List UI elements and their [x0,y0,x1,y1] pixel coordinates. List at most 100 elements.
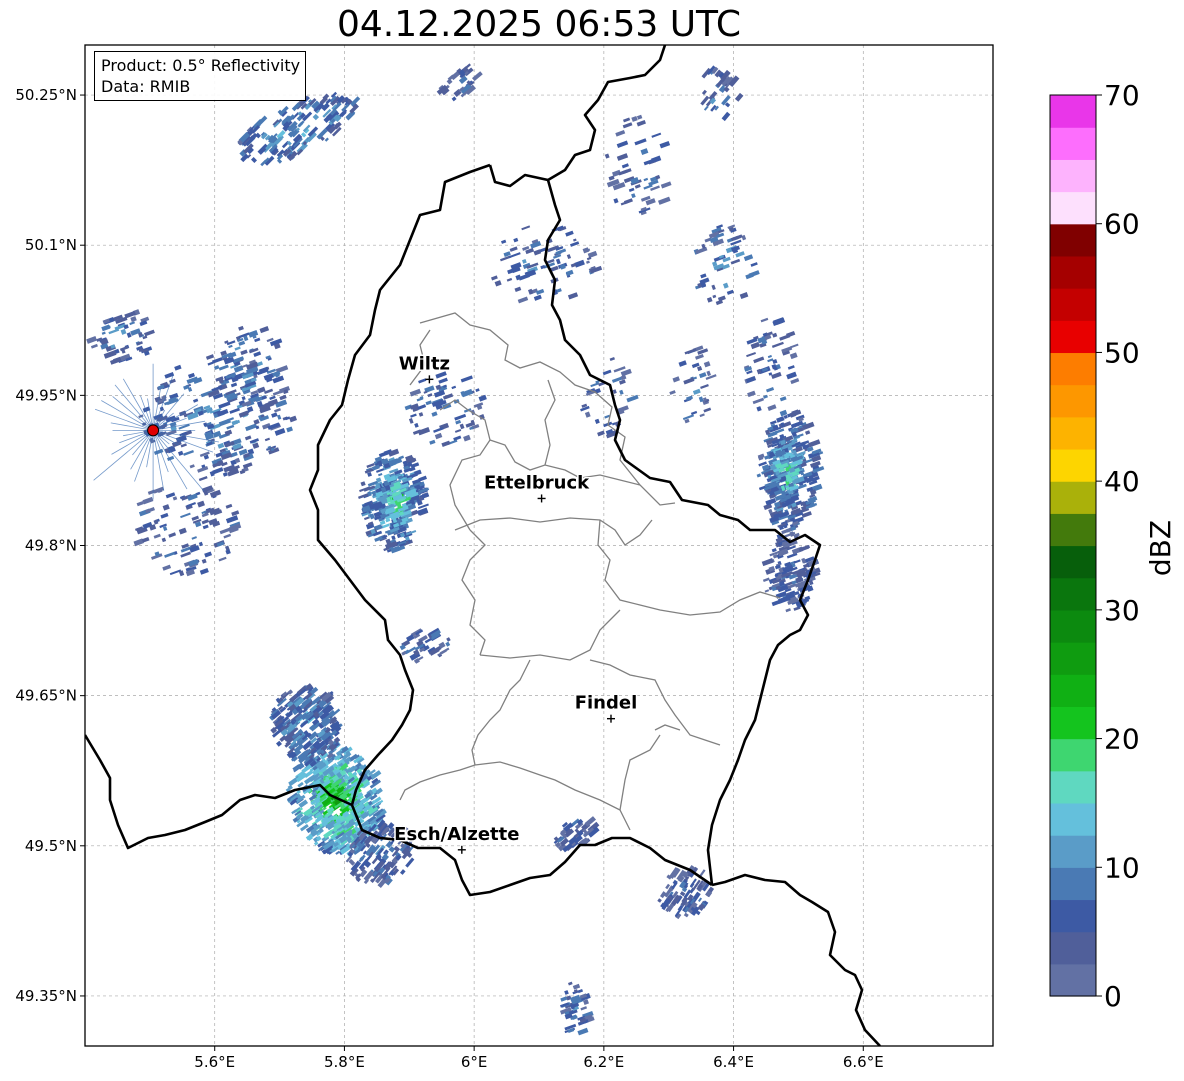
canton-boundary [479,609,621,661]
echo-pixel [626,394,639,403]
echo-pixel [564,990,569,995]
echo-pixel [183,449,194,456]
tick-label-lat: 49.95°N [15,386,77,404]
city-label: Esch/Alzette [394,824,519,845]
echo-pixel [400,869,406,875]
echo-pixel [398,455,405,460]
canton-boundary [474,761,631,831]
tick-label-lat: 50.1°N [25,236,77,254]
echo-pixel [756,406,762,412]
colorbar-tick-label: 40 [1104,465,1140,498]
echo-pixel [694,353,704,360]
colorbar-segment [1050,835,1096,868]
echo-pixel [779,334,791,341]
echo-pixel [446,637,451,642]
echo-pixel [697,897,703,903]
tick-label-lon: 6.6°E [843,1053,884,1071]
echo-pixel [634,184,641,189]
echo-pixel [808,439,821,448]
echo-pixel [643,177,649,182]
echo-pixel [153,533,161,539]
echo-pixel [585,260,590,264]
echo-pixel [494,280,502,287]
colorbar-tick-label: 50 [1104,336,1140,369]
echo-pixel [514,286,522,292]
echo-pixel [478,394,487,402]
echo-pixel [723,282,729,289]
echo-pixel [712,294,717,299]
echo-pixel [130,316,137,323]
echo-pixel [743,254,754,262]
colorbar-segment [1050,288,1096,321]
echo-pixel [628,187,635,192]
canton-boundary [399,764,476,801]
echo-pixel [786,371,797,380]
border-luxembourg-germany [488,164,822,886]
echo-pixel [178,450,184,456]
echo-pixel [144,329,155,337]
echo-pixel [161,537,167,543]
echo-pixel [225,515,239,524]
echo-pixel [230,382,238,388]
echo-pixel [187,493,198,501]
tick-label-lat: 49.35°N [15,987,77,1005]
echo-pixel [218,418,232,427]
echo-pixel [767,354,772,359]
echo-pixel [616,140,629,148]
echo-pixel [573,238,577,242]
echo-pixel [789,352,798,360]
colorbar-tick-label: 20 [1104,723,1140,756]
echo-pixel [750,262,758,267]
echo-pixel [636,114,643,120]
colorbar-segment [1050,609,1096,643]
echo-pixel [289,415,298,423]
echo-pixel [623,117,631,123]
echo-pixel [454,428,462,433]
echo-pixel [408,418,414,424]
echo-pixel [180,512,191,519]
echo-pixel [218,401,231,409]
echo-pixel [604,153,610,159]
colorbar-segment [1050,802,1096,836]
echo-pixel [701,89,707,95]
echo-pixel [746,351,756,358]
echo-pixel [136,500,144,507]
echo-pixel [533,294,542,301]
echo-pixel [623,198,633,205]
echo-pixel [613,198,619,204]
echo-pixel [438,377,448,384]
echo-pixel [198,475,208,482]
echo-pixel [570,241,580,247]
canton-boundary [454,517,653,546]
echo-pixel [103,350,117,359]
echo-pixel [804,595,811,601]
echo-pixel [162,504,170,511]
echo-pixel [697,365,703,372]
echo-pixel [459,423,465,430]
echo-pixel [683,377,695,385]
echo-pixel [506,277,513,282]
echo-pixel [427,393,433,398]
echo-pixel [101,331,106,335]
echo-pixel [405,857,415,868]
echo-pixel [783,414,788,420]
echo-pixel [513,237,519,243]
colorbar-segment [1050,191,1096,225]
echo-pixel [657,898,662,903]
echo-pixel [805,430,811,435]
echo-pixel [197,500,205,508]
colorbar-segment [1050,320,1096,354]
tick-label-lon: 6.4°E [713,1053,754,1071]
product-label: Product: 0.5° Reflectivity [101,56,301,75]
echo-pixel [463,434,471,442]
echo-pixel [108,328,120,335]
colorbar-segment [1050,963,1096,997]
echo-pixel [521,225,531,231]
colorbar-segment [1050,642,1096,675]
echo-pixel [771,341,784,348]
echo-pixel [790,378,800,385]
echo-pixel [425,400,433,406]
axis-ticks: 5.6°E 5.8°E 6°E 6.2°E 6.4°E 6.6°E 50.25°N 50.1°… [15,86,883,1071]
echo-pixel [414,422,419,428]
echo-pixel [590,382,600,388]
